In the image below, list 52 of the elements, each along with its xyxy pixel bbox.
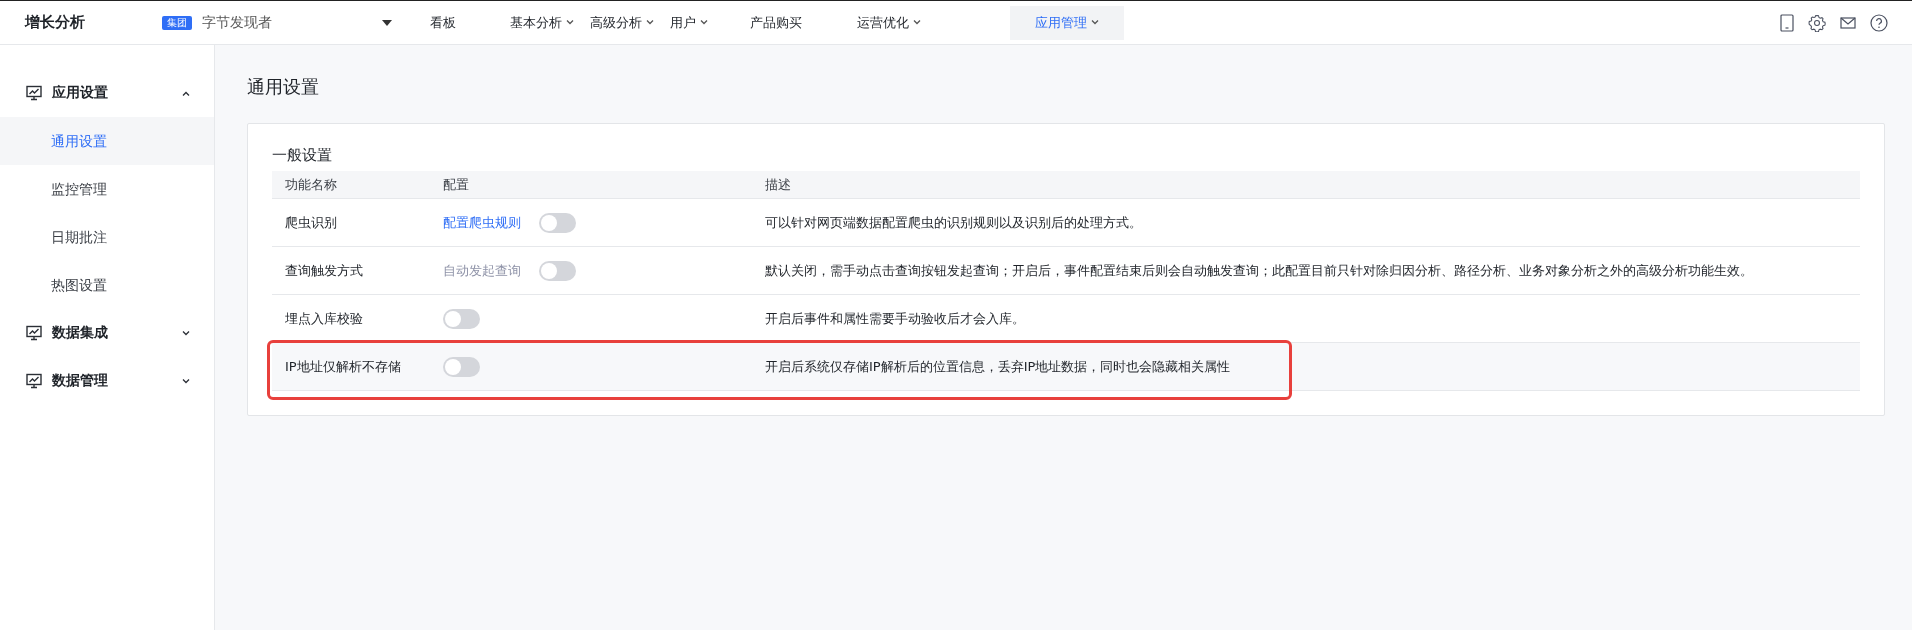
table-cell-text: 爬虫识别 [284, 213, 338, 232]
config-text: 自动发起查询 [443, 261, 521, 280]
table-cell-text: 埋点入库校验 [284, 309, 364, 328]
toggle-switch[interactable] [539, 260, 576, 281]
nav-tab[interactable]: 基本分析 [510, 5, 590, 40]
table-cell-text: 开启后系统仅存储IP解析后的位置信息，丢弃IP地址数据，同时也会隐藏相关属性 [764, 357, 1232, 376]
mail-icon[interactable] [1840, 16, 1856, 29]
nav-tab[interactable]: 用户 [670, 5, 750, 40]
column-header: 功能名称 [284, 175, 338, 194]
nav-tab[interactable]: 高级分析 [590, 5, 670, 40]
sidebar-item[interactable]: 热图设置 [0, 261, 214, 309]
help-icon[interactable] [1870, 13, 1888, 32]
page-title: 通用设置 [247, 75, 320, 99]
toggle-switch[interactable] [443, 356, 480, 377]
chevron-down-icon [182, 330, 190, 336]
toggle-switch[interactable] [539, 212, 576, 233]
chevron-down-icon [700, 20, 708, 25]
section-title: 一般设置 [272, 146, 333, 165]
settings-icon[interactable] [1808, 13, 1826, 32]
sidebar-item[interactable]: 日期批注 [0, 213, 214, 261]
sidebar-item[interactable]: 通用设置 [0, 117, 214, 165]
sidebar-group[interactable]: 应用设置 [0, 69, 214, 117]
org-tag: 集团 [162, 15, 192, 30]
dropdown-triangle-icon [382, 19, 392, 26]
sidebar-group[interactable]: 数据管理 [0, 357, 214, 405]
nav-tab[interactable]: 应用管理 [1010, 5, 1124, 40]
table-cell-text: 查询触发方式 [284, 261, 364, 280]
nav-tab[interactable]: 看板 [430, 5, 510, 40]
toggle-switch[interactable] [443, 308, 480, 329]
monitor-chart-icon [26, 85, 42, 101]
monitor-chart-icon [26, 325, 42, 341]
nav-tab[interactable]: 运营优化 [857, 5, 1010, 40]
column-header: 配置 [442, 175, 470, 194]
table-cell-text: 可以针对网页端数据配置爬虫的识别规则以及识别后的处理方式。 [764, 213, 1143, 232]
chevron-up-icon [182, 90, 190, 96]
chevron-down-icon [182, 378, 190, 384]
chevron-down-icon [913, 20, 921, 25]
table-cell-text: 开启后事件和属性需要手动验收后才会入库。 [764, 309, 1026, 328]
monitor-chart-icon [26, 373, 42, 389]
sidebar-item[interactable]: 监控管理 [0, 165, 214, 213]
mobile-phone-icon[interactable] [1780, 13, 1794, 32]
chevron-down-icon [1091, 20, 1099, 25]
sidebar-group[interactable]: 数据集成 [0, 309, 214, 357]
chevron-down-icon [566, 20, 574, 25]
column-header: 描述 [764, 175, 792, 194]
config-link[interactable]: 配置爬虫规则 [443, 213, 521, 232]
nav-tab[interactable]: 产品购买 [750, 5, 857, 40]
table-cell-text: IP地址仅解析不存储 [284, 357, 402, 376]
app-logo[interactable]: 增长分析 [25, 13, 162, 32]
project-selector[interactable]: 集团 字节发现者 [162, 13, 412, 32]
table-cell-text: 默认关闭，需手动点击查询按钮发起查询；开启后，事件配置结束后则会自动触发查询；此配置目前只针对除归因分析、路径分析、业务对象分析之外的高级分析功能生效。 [764, 261, 1754, 280]
chevron-down-icon [646, 20, 654, 25]
